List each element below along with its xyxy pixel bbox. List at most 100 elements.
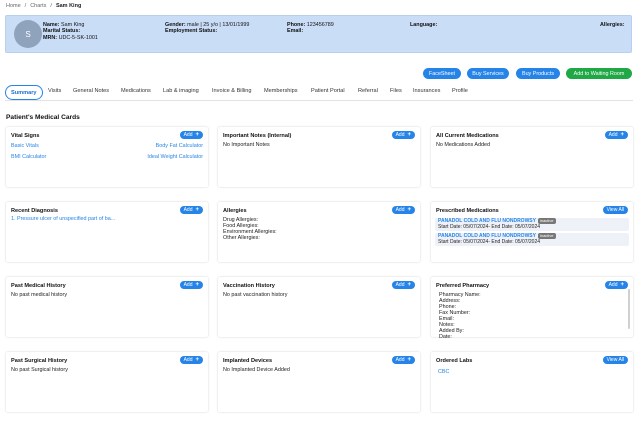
tab-summary[interactable]: Summary — [5, 85, 43, 100]
empty-message: No Implanted Device Added — [223, 367, 290, 373]
tab-memberships[interactable]: Memberships — [264, 88, 298, 94]
allergies-label: Allergies: — [600, 22, 625, 28]
card-title: Allergies — [223, 208, 247, 214]
plus-icon: + — [195, 207, 199, 213]
name-label: Name: — [43, 22, 60, 28]
mrn-value: UDC-5-SK-1001 — [58, 34, 98, 41]
add-pharmacy-button[interactable]: Add + — [604, 281, 628, 289]
tab-invoice-billing[interactable]: Invoice & Billing — [212, 88, 252, 94]
breadcrumb-current: Sam King — [55, 3, 82, 9]
card-title: Preferred Pharmacy — [436, 283, 490, 289]
card-title: Vital Signs — [11, 133, 40, 139]
pharmacy-date-label: Date: — [439, 334, 452, 340]
card-title: Important Notes (Internal) — [223, 133, 292, 139]
card-title: Past Surgical History — [11, 358, 68, 364]
ideal-weight-calculator-link[interactable]: Ideal Weight Calculator — [147, 154, 203, 160]
plus-icon: + — [195, 282, 199, 288]
past-medical-history-card: Past Medical History Add + No past medica… — [6, 277, 208, 337]
empty-message: No Medications Added — [436, 142, 490, 148]
add-vital-signs-button[interactable]: Add + — [179, 131, 203, 139]
tab-general-notes[interactable]: General Notes — [73, 88, 109, 94]
buy-services-button[interactable]: Buy Services — [467, 68, 509, 79]
patient-identity: Name: Sam King Marital Status: MRN: UDC-… — [43, 22, 98, 41]
add-implanted-device-button[interactable]: Add + — [391, 356, 415, 364]
add-medical-history-button[interactable]: Add + — [179, 281, 203, 289]
empty-message: No past medical history — [11, 292, 68, 298]
gender-label: Gender: — [165, 22, 186, 28]
plus-icon: + — [195, 132, 199, 138]
avatar: S — [14, 20, 42, 48]
patient-demographics: Gender: male | 25 y/o | 13/01/1999 Emplo… — [165, 22, 249, 35]
card-title: Prescribed Medications — [436, 208, 499, 214]
gender-value: male | 25 y/o | 13/01/1999 — [187, 22, 250, 28]
tab-lab-imaging[interactable]: Lab & imaging — [163, 88, 199, 94]
phone-value: 123456789 — [306, 22, 334, 28]
empty-message: No past vaccination history — [223, 292, 288, 298]
breadcrumb-separator: / — [24, 3, 27, 9]
tab-visits[interactable]: Visits — [48, 88, 61, 94]
diagnosis-item-link[interactable]: 1. Pressure ulcer of unspecified part of… — [11, 216, 115, 222]
view-all-prescriptions-button[interactable]: View All — [602, 206, 628, 214]
patient-header: S Name: Sam King Marital Status: MRN: UD… — [5, 15, 632, 53]
buy-products-button[interactable]: Buy Products — [516, 68, 560, 79]
medication-dates: Start Date: 05/07/2024- End Date: 05/07/… — [438, 224, 541, 230]
tab-patient-portal[interactable]: Patient Portal — [311, 88, 345, 94]
tab-files[interactable]: Files — [390, 88, 402, 94]
tab-insurances[interactable]: Insurances — [413, 88, 440, 94]
prescription-item[interactable]: PANADOL COLD AND FLU NONDROWSY inactive S… — [435, 233, 629, 246]
scrollbar[interactable] — [628, 289, 630, 329]
add-important-note-button[interactable]: Add + — [391, 131, 415, 139]
phone-label: Phone: — [287, 22, 306, 28]
facesheet-button[interactable]: FaceSheet — [423, 68, 461, 79]
tab-profile[interactable]: Profile — [452, 88, 468, 94]
view-all-labs-button[interactable]: View All — [602, 356, 628, 364]
recent-diagnosis-card: Recent Diagnosis Add + 1. Pressure ulcer … — [6, 202, 208, 262]
plus-icon: + — [407, 132, 411, 138]
card-title: Past Medical History — [11, 283, 66, 289]
plus-icon: + — [620, 282, 624, 288]
breadcrumb: Home / Charts / Sam King — [6, 3, 81, 9]
prescribed-medications-card: Prescribed Medications View All PANADOL … — [431, 202, 633, 262]
add-allergy-button[interactable]: Add + — [391, 206, 415, 214]
tab-medications[interactable]: Medications — [121, 88, 151, 94]
prescription-item[interactable]: PANADOL COLD AND FLU NONDROWSY inactive S… — [435, 218, 629, 231]
breadcrumb-separator: / — [50, 3, 52, 9]
add-surgical-history-button[interactable]: Add + — [179, 356, 203, 364]
card-title: Vaccination History — [223, 283, 275, 289]
vaccination-history-card: Vaccination History Add + No past vaccina… — [218, 277, 420, 337]
marital-label: Marital Status: — [43, 28, 81, 35]
empty-message: No past Surgical history — [11, 367, 68, 373]
status-badge: inactive — [537, 233, 556, 239]
implanted-devices-card: Implanted Devices Add + No Implanted Devi… — [218, 352, 420, 412]
plus-icon: + — [407, 357, 411, 363]
add-medication-button[interactable]: Add + — [604, 131, 628, 139]
current-medications-card: All Current Medications Add + No Medicati… — [431, 127, 633, 187]
patient-name: Sam King — [60, 22, 85, 28]
patient-contact: Phone: 123456789 Email: — [287, 22, 334, 35]
add-vaccination-button[interactable]: Add + — [391, 281, 415, 289]
tab-referral[interactable]: Referral — [358, 88, 378, 94]
basic-vitals-link[interactable]: Basic Vitals — [11, 143, 39, 149]
card-title: Implanted Devices — [223, 358, 273, 364]
add-diagnosis-button[interactable]: Add + — [179, 206, 203, 214]
other-allergies-label: Other Allergies: — [223, 235, 260, 241]
vital-signs-card: Vital Signs Add + Basic Vitals Body Fat C… — [6, 127, 208, 187]
allergies-card: Allergies Add + Drug Allergies: Food Alle… — [218, 202, 420, 262]
section-title: Patient's Medical Cards — [6, 114, 80, 121]
breadcrumb-charts[interactable]: Charts — [30, 3, 46, 9]
ordered-labs-card: Ordered Labs View All CBC — [431, 352, 633, 412]
preferred-pharmacy-card: Preferred Pharmacy Add + Pharmacy Name: A… — [431, 277, 633, 340]
card-title: Recent Diagnosis — [11, 208, 58, 214]
mrn-label: MRN: — [43, 34, 58, 41]
plus-icon: + — [407, 207, 411, 213]
language-label: Language: — [410, 22, 438, 28]
body-fat-calculator-link[interactable]: Body Fat Calculator — [156, 143, 203, 149]
plus-icon: + — [195, 357, 199, 363]
breadcrumb-home[interactable]: Home — [6, 3, 21, 9]
medication-dates: Start Date: 05/07/2024- End Date: 05/07/… — [438, 239, 541, 245]
employment-label: Employment Status: — [165, 28, 218, 35]
lab-item-link[interactable]: CBC — [438, 369, 449, 375]
email-label: Email: — [287, 28, 304, 35]
bmi-calculator-link[interactable]: BMI Calculator — [11, 154, 46, 160]
add-to-waiting-room-button[interactable]: Add to Waiting Room — [566, 68, 632, 79]
